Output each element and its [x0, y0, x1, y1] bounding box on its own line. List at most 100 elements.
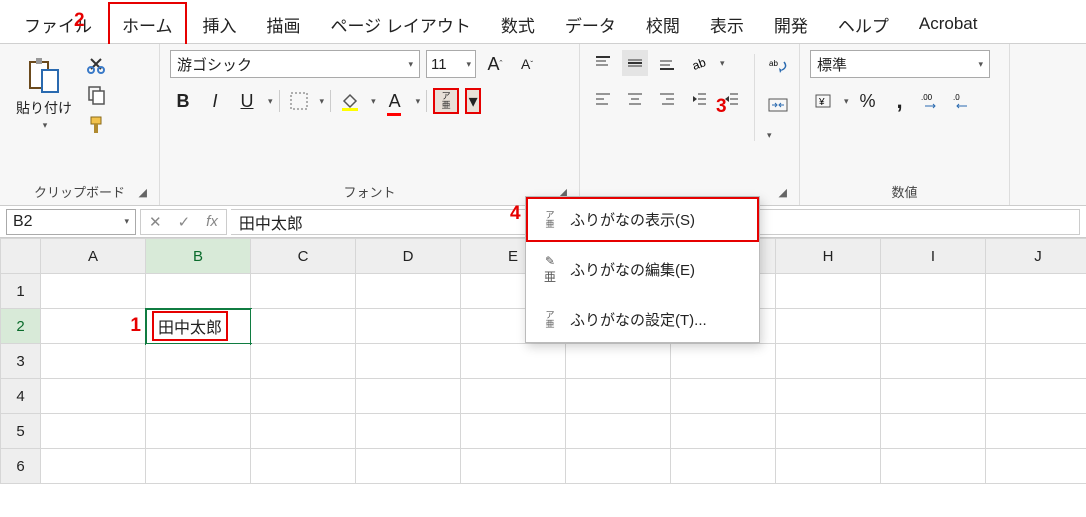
cell-d5[interactable] [356, 414, 461, 449]
cell-d3[interactable] [356, 344, 461, 379]
format-painter-icon[interactable] [86, 114, 108, 136]
tab-insert[interactable]: 挿入 [189, 2, 251, 47]
cell-b5[interactable] [146, 414, 251, 449]
cell-c4[interactable] [251, 379, 356, 414]
cell-a5[interactable] [41, 414, 146, 449]
increase-indent-icon[interactable] [718, 86, 744, 112]
col-header-h[interactable]: H [776, 239, 881, 274]
cell-g5[interactable] [671, 414, 776, 449]
cell-h2[interactable] [776, 309, 881, 344]
row-header-4[interactable]: 4 [1, 379, 41, 414]
align-right-icon[interactable] [654, 86, 680, 112]
cell-h6[interactable] [776, 449, 881, 484]
cell-b3[interactable] [146, 344, 251, 379]
cell-i5[interactable] [881, 414, 986, 449]
cell-f6[interactable] [566, 449, 671, 484]
accounting-dropdown-icon[interactable]: ▾ [844, 96, 849, 107]
cell-g6[interactable] [671, 449, 776, 484]
accounting-format-icon[interactable]: ¥ [810, 88, 836, 114]
cell-b4[interactable] [146, 379, 251, 414]
select-all-corner[interactable] [1, 239, 41, 274]
cell-i6[interactable] [881, 449, 986, 484]
cell-h5[interactable] [776, 414, 881, 449]
cell-d1[interactable] [356, 274, 461, 309]
tab-acrobat[interactable]: Acrobat [905, 4, 992, 44]
font-name-select[interactable]: 游ゴシック▾ [170, 50, 420, 78]
cell-c5[interactable] [251, 414, 356, 449]
cell-b6[interactable] [146, 449, 251, 484]
col-header-a[interactable]: A [41, 239, 146, 274]
cell-b2[interactable]: 田中太郎 [146, 309, 251, 344]
number-format-select[interactable]: 標準▾ [810, 50, 990, 78]
orientation-dropdown-icon[interactable]: ▾ [720, 58, 725, 69]
cell-i4[interactable] [881, 379, 986, 414]
merge-center-icon[interactable] [765, 92, 791, 118]
cell-j4[interactable] [986, 379, 1086, 414]
cell-j5[interactable] [986, 414, 1086, 449]
furigana-edit-item[interactable]: ✎亜 ふりがなの編集(E) [526, 242, 759, 297]
tab-help[interactable]: ヘルプ [824, 2, 903, 47]
align-center-icon[interactable] [622, 86, 648, 112]
tab-view[interactable]: 表示 [696, 2, 758, 47]
cell-a1[interactable] [41, 274, 146, 309]
cell-h3[interactable] [776, 344, 881, 379]
tab-file[interactable]: ファイル [10, 2, 106, 47]
cell-i1[interactable] [881, 274, 986, 309]
merge-dropdown-icon[interactable]: ▾ [767, 130, 791, 141]
wrap-text-icon[interactable]: ab [765, 54, 791, 80]
col-header-i[interactable]: I [881, 239, 986, 274]
align-bottom-icon[interactable] [654, 50, 680, 76]
increase-decimal-icon[interactable]: .00 [919, 88, 945, 114]
cell-c2[interactable] [251, 309, 356, 344]
col-header-j[interactable]: J [986, 239, 1086, 274]
cell-a6[interactable] [41, 449, 146, 484]
italic-button[interactable]: I [202, 88, 228, 114]
tab-developer[interactable]: 開発 [760, 2, 822, 47]
tab-home[interactable]: ホーム [108, 2, 187, 47]
underline-dropdown-icon[interactable]: ▾ [268, 96, 273, 107]
cell-d6[interactable] [356, 449, 461, 484]
cut-icon[interactable] [86, 54, 108, 76]
font-color-icon[interactable]: A [382, 88, 408, 114]
fill-color-icon[interactable] [337, 88, 363, 114]
cell-d2[interactable] [356, 309, 461, 344]
col-header-c[interactable]: C [251, 239, 356, 274]
cell-c6[interactable] [251, 449, 356, 484]
bold-button[interactable]: B [170, 88, 196, 114]
cell-g3[interactable] [671, 344, 776, 379]
cell-d4[interactable] [356, 379, 461, 414]
row-header-6[interactable]: 6 [1, 449, 41, 484]
row-header-5[interactable]: 5 [1, 414, 41, 449]
fontcolor-dropdown-icon[interactable]: ▾ [416, 96, 421, 107]
fill-dropdown-icon[interactable]: ▾ [371, 96, 376, 107]
cell-j1[interactable] [986, 274, 1086, 309]
tab-data[interactable]: データ [551, 2, 630, 47]
increase-font-icon[interactable]: Aˆ [482, 51, 508, 77]
cell-j3[interactable] [986, 344, 1086, 379]
copy-icon[interactable] [86, 84, 108, 106]
name-box[interactable]: B2▾ [6, 209, 136, 235]
paste-dropdown-icon[interactable]: ▾ [43, 120, 48, 131]
cell-f3[interactable] [566, 344, 671, 379]
tab-review[interactable]: 校閲 [632, 2, 694, 47]
col-header-b[interactable]: B [146, 239, 251, 274]
cell-f4[interactable] [566, 379, 671, 414]
cell-a4[interactable] [41, 379, 146, 414]
fx-icon[interactable]: fx [198, 213, 226, 230]
tab-pagelayout[interactable]: ページ レイアウト [317, 2, 485, 47]
clipboard-launcher-icon[interactable]: ◢ [139, 186, 147, 199]
paste-button[interactable]: 貼り付け ▾ [10, 50, 78, 135]
comma-icon[interactable]: , [887, 88, 913, 114]
cell-f5[interactable] [566, 414, 671, 449]
cell-j2[interactable] [986, 309, 1086, 344]
row-header-3[interactable]: 3 [1, 344, 41, 379]
furigana-dropdown-button[interactable]: ▾ [465, 88, 481, 114]
col-header-d[interactable]: D [356, 239, 461, 274]
cell-i2[interactable] [881, 309, 986, 344]
align-top-icon[interactable] [590, 50, 616, 76]
accept-formula-icon[interactable]: ✓ [170, 213, 199, 231]
alignment-launcher-icon[interactable]: ◢ [779, 186, 787, 199]
underline-button[interactable]: U [234, 88, 260, 114]
row-header-1[interactable]: 1 [1, 274, 41, 309]
decrease-font-icon[interactable]: Aˇ [514, 51, 540, 77]
